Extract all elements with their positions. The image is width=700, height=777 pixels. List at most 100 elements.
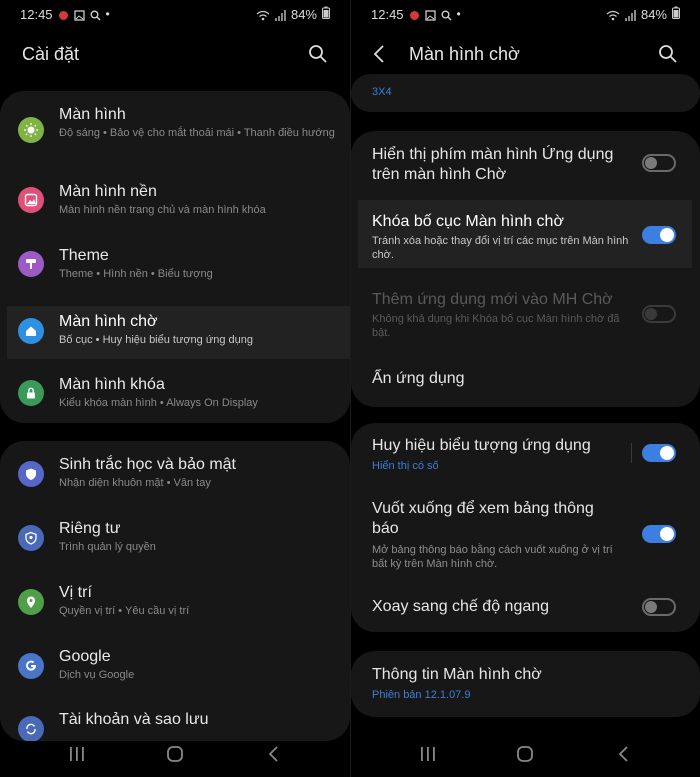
back-button[interactable] [253,739,293,769]
page-title: Cài đặt [22,43,80,64]
app-icon-badges-row[interactable]: Huy hiệu biểu tượng ứng dụng Hiển thị có… [351,423,700,483]
signal-icon [274,9,286,21]
version-text: Phiên bản 12.1.07.9 [372,689,471,701]
settings-item-theme[interactable]: Theme Theme • Hình nền • Biểu tượng [0,243,350,289]
settings-screen: 12:45 • 84% Cài đặt Màn hình Độ sáng • B… [0,0,350,777]
settings-item-biometrics[interactable]: Sinh trắc học và bảo mật Nhận diện khuôn… [0,455,350,501]
toggle-knob [645,308,657,320]
settings-item-lock-screen[interactable]: Màn hình khóa Kiểu khóa màn hình • Alway… [0,372,350,418]
toggle-knob [660,446,674,460]
add-new-apps-row: Thêm ứng dụng mới vào MH Chờ Không khả d… [351,281,700,341]
location-icon [18,589,44,615]
settings-item-google[interactable]: Google Dịch vụ Google [0,647,350,693]
hide-apps-row[interactable]: Ẩn ứng dụng [351,355,700,401]
search-status-icon [90,9,101,20]
show-apps-button-toggle[interactable] [642,154,676,172]
item-subtitle: Độ sáng • Bảo vệ cho mắt thoải mái • Tha… [59,127,335,139]
row-title: Ẩn ứng dụng [372,370,465,387]
item-subtitle: Trình quản lý quyền [59,541,156,553]
grid-value[interactable]: 3X4 [372,85,392,99]
row-title: Hiển thị phím màn hình Ứng dụng trên màn… [372,146,614,183]
wallpaper-icon [18,187,44,213]
toggle-knob [645,601,657,613]
status-bar: 12:45 • 84% [0,0,350,28]
privacy-icon [18,525,44,551]
gallery-icon [424,9,436,21]
settings-item-privacy[interactable]: Riêng tư Trình quản lý quyền [0,519,350,565]
item-title: Sinh trắc học và bảo mật [59,456,236,473]
sun-icon [18,117,44,143]
show-apps-button-row[interactable]: Hiển thị phím màn hình Ứng dụng trên màn… [351,131,700,197]
home-button[interactable] [505,739,545,769]
search-icon[interactable] [658,44,678,64]
row-subtitle: Hiển thị có số [372,460,439,472]
row-separator [631,443,632,463]
home-icon [18,318,44,344]
item-subtitle: Màn hình nền trang chủ và màn hình khóa [59,204,266,216]
home-button[interactable] [155,739,195,769]
rotate-landscape-toggle[interactable] [642,598,676,616]
lock-layout-row[interactable]: Khóa bố cục Màn hình chờ Tránh xóa hoặc … [358,200,692,268]
back-arrow-icon[interactable] [373,43,393,65]
toggle-knob [660,527,674,541]
wifi-icon [256,9,270,20]
item-title: Màn hình chờ [59,313,158,330]
settings-item-display[interactable]: Màn hình Độ sáng • Bảo vệ cho mắt thoải … [0,103,350,159]
item-subtitle: Dịch vụ Google [59,669,135,681]
lock-icon [18,380,44,406]
screens: 12:45 • 84% Cài đặt Màn hình Độ sáng • B… [0,0,700,777]
swipe-down-notifications-row[interactable]: Vuốt xuống để xem bảng thông báo Mở bảng… [351,485,700,575]
status-time: 12:45 [371,6,404,22]
row-title: Vuốt xuống để xem bảng thông báo [372,500,594,537]
navigation-bar [0,731,350,777]
wifi-icon [606,9,620,20]
rotate-landscape-row[interactable]: Xoay sang chế độ ngang [351,586,700,630]
dot-icon: • [456,7,461,21]
item-title: Màn hình khóa [59,376,165,393]
add-new-apps-toggle [642,305,676,323]
settings-item-wallpaper[interactable]: Màn hình nền Màn hình nền trang chủ và m… [0,179,350,225]
item-title: Màn hình [59,106,126,123]
swipe-down-notifications-toggle[interactable] [642,525,676,543]
google-icon [18,653,44,679]
search-icon[interactable] [308,44,328,64]
item-subtitle: Bố cục • Huy hiệu biểu tượng ứng dụng [59,334,253,346]
item-title: Google [59,648,111,665]
about-card: Thông tin Màn hình chờ Phiên bản 12.1.07… [351,651,700,717]
notification-icon [58,9,69,20]
badge-settings-card: Huy hiệu biểu tượng ứng dụng Hiển thị có… [351,423,700,632]
recent-apps-button[interactable] [408,739,448,769]
row-title: Huy hiệu biểu tượng ứng dụng [372,437,591,454]
notification-icon [409,9,420,20]
theme-icon [18,251,44,277]
item-subtitle: Kiểu khóa màn hình • Always On Display [59,397,258,409]
app-icon-badges-toggle[interactable] [642,444,676,462]
recent-apps-button[interactable] [57,739,97,769]
status-time: 12:45 [20,6,53,22]
battery-text: 84% [640,6,667,22]
page-title: Màn hình chờ [409,43,520,64]
row-title: Xoay sang chế độ ngang [372,598,550,615]
lock-layout-toggle[interactable] [642,226,676,244]
toggle-knob [660,228,674,242]
row-title: Thêm ứng dụng mới vào MH Chờ [372,291,613,308]
item-subtitle: Theme • Hình nền • Biểu tượng [59,268,213,280]
home-screen-header: Màn hình chờ [351,36,700,72]
settings-header: Cài đặt [0,36,350,72]
back-button[interactable] [603,739,643,769]
shield-icon [18,461,44,487]
settings-item-location[interactable]: Vị trí Quyền vị trí • Yêu cầu vị trí [0,583,350,629]
row-title: Khóa bố cục Màn hình chờ [372,213,564,230]
item-title: Vị trí [59,584,92,601]
search-status-icon [441,9,452,20]
navigation-bar [351,731,700,777]
battery-icon [672,6,680,22]
settings-item-home-screen[interactable]: Màn hình chờ Bố cục • Huy hiệu biểu tượn… [7,306,350,359]
grid-settings-card: 3X4 [351,74,700,112]
battery-text: 84% [290,6,317,22]
item-title: Màn hình nền [59,183,157,200]
row-subtitle: Mở bảng thông báo bằng cách vuốt xuống ở… [372,544,613,570]
row-subtitle: Không khả dụng khi Khóa bố cục Màn hình … [372,313,620,339]
status-bar: 12:45 • 84% [351,0,700,28]
about-home-screen-row[interactable]: Thông tin Màn hình chờ Phiên bản 12.1.07… [351,651,700,717]
